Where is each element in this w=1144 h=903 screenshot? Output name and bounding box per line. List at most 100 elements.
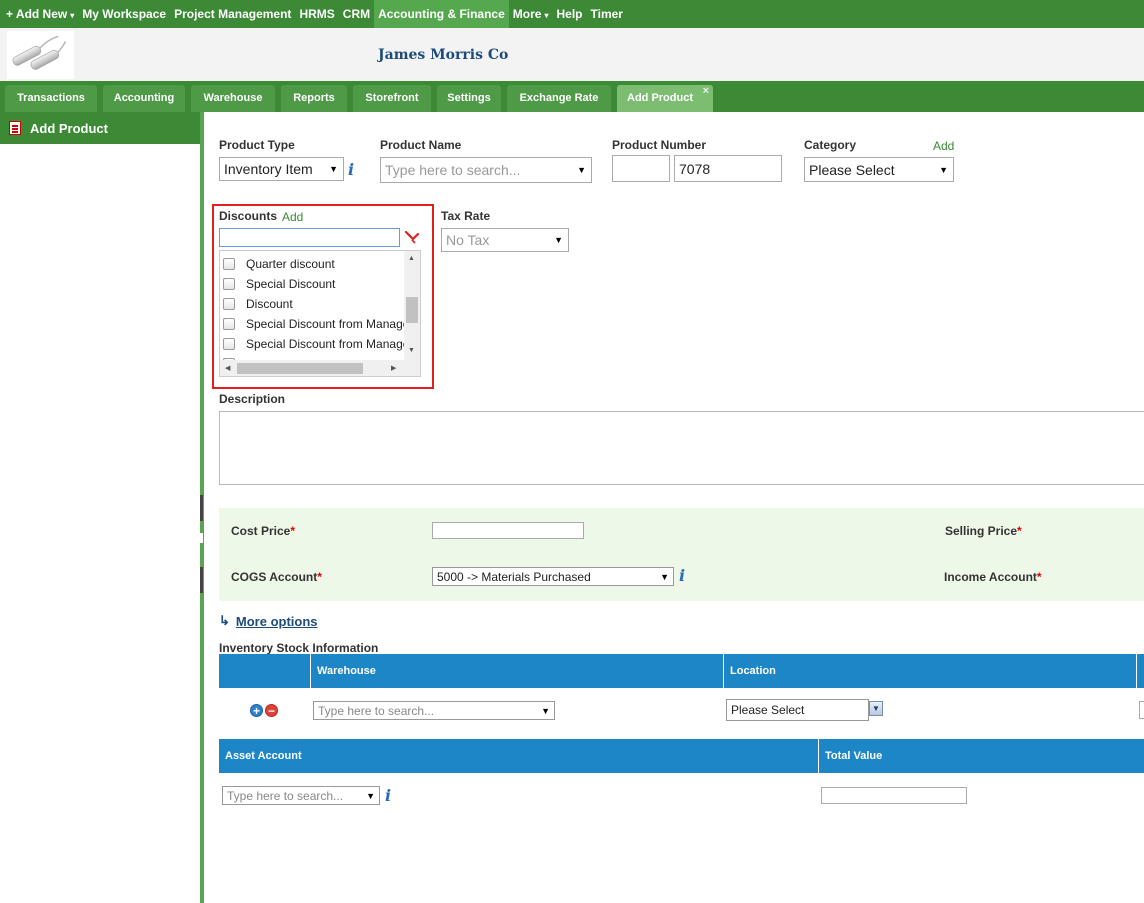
discount-checkbox[interactable] xyxy=(223,298,235,310)
more-options-toggle[interactable]: ↳ More options xyxy=(219,613,318,629)
splitter-grip xyxy=(200,567,203,593)
location-dropdown-button[interactable]: ▼ xyxy=(869,701,883,716)
nav-accounting-finance[interactable]: Accounting & Finance xyxy=(374,0,509,28)
category-label: Category xyxy=(804,138,857,152)
tab-label: Add Product xyxy=(627,92,693,104)
sidebar-title: Add Product xyxy=(30,120,108,136)
product-number-label: Product Number xyxy=(612,138,707,152)
scroll-thumb[interactable] xyxy=(406,297,418,323)
dropdown-arrow-icon: ▼ xyxy=(939,164,948,175)
remove-row-icon[interactable]: − xyxy=(265,704,278,717)
top-navigation: + Add New ▾ My Workspace Project Manageme… xyxy=(0,0,1144,28)
sidebar-header: Add Product xyxy=(0,112,200,144)
clear-filter-icon[interactable] xyxy=(404,229,420,245)
nav-crm[interactable]: CRM xyxy=(339,0,374,28)
chevron-down-icon: ▾ xyxy=(544,11,549,20)
discounts-label: Discounts xyxy=(219,209,278,223)
nav-help[interactable]: Help xyxy=(552,0,586,28)
close-icon[interactable]: × xyxy=(703,78,709,105)
company-logo xyxy=(7,31,74,79)
list-item[interactable]: Special Discount xyxy=(220,274,335,294)
logo-image xyxy=(12,35,67,70)
cogs-account-select[interactable]: 5000 -> Materials Purchased ▼ xyxy=(432,567,674,586)
column-header-total-value: Total Value xyxy=(818,739,1144,773)
warehouse-input[interactable]: Type here to search... ▼ xyxy=(313,701,555,720)
tab-exchange-rate[interactable]: Exchange Rate xyxy=(507,85,611,112)
discount-checkbox[interactable] xyxy=(223,318,235,330)
sidebar: Add Product xyxy=(0,112,204,903)
product-number-input[interactable]: 7078 xyxy=(674,155,782,182)
more-options-link[interactable]: More options xyxy=(236,614,318,629)
column-header-asset-account: Asset Account xyxy=(225,750,302,762)
column-header-location: Location xyxy=(723,654,1136,688)
sidebar-splitter[interactable] xyxy=(199,495,205,595)
asset-table-header: Asset Account Total Value xyxy=(219,739,1144,773)
dropdown-arrow-icon: ▼ xyxy=(541,705,550,716)
total-value-input[interactable] xyxy=(821,787,967,804)
module-tabs: Transactions Accounting Warehouse Report… xyxy=(0,81,1144,112)
tab-storefront[interactable]: Storefront xyxy=(353,85,431,112)
info-icon[interactable]: i xyxy=(385,786,391,805)
inventory-table-header: Warehouse Location xyxy=(219,654,1144,688)
scroll-thumb[interactable] xyxy=(237,363,363,374)
tab-reports[interactable]: Reports xyxy=(281,85,347,112)
tax-rate-select[interactable]: No Tax ▼ xyxy=(441,228,569,252)
location-select[interactable]: Please Select xyxy=(726,699,869,721)
list-item[interactable]: Special Discount from Manage xyxy=(220,334,409,354)
company-header: James Morris Co xyxy=(0,28,1144,81)
product-type-label: Product Type xyxy=(219,138,295,152)
tab-transactions[interactable]: Transactions xyxy=(5,85,97,112)
description-label: Description xyxy=(219,392,286,406)
tab-add-product[interactable]: Add Product × xyxy=(617,85,713,112)
product-name-input[interactable]: Type here to search... ▼ xyxy=(380,157,592,183)
column-header-warehouse: Warehouse xyxy=(310,654,723,688)
category-select[interactable]: Please Select ▼ xyxy=(804,157,954,182)
scroll-down-icon[interactable]: ▼ xyxy=(408,347,415,354)
nav-add-new[interactable]: + Add New ▾ xyxy=(0,0,78,28)
nav-hrms[interactable]: HRMS xyxy=(295,0,338,28)
list-item[interactable]: Quarter discount xyxy=(220,254,335,274)
splitter-grip xyxy=(200,495,203,521)
scroll-right-icon[interactable]: ▶ xyxy=(391,364,396,372)
splitter-gap xyxy=(200,533,203,543)
arrow-right-icon: ↳ xyxy=(219,613,230,628)
list-item[interactable]: Special Discount from Manage xyxy=(220,314,409,334)
product-type-select[interactable]: Inventory Item ▼ xyxy=(219,157,344,181)
info-icon[interactable]: i xyxy=(679,566,685,585)
add-discount-link[interactable]: Add xyxy=(282,210,303,224)
dropdown-arrow-icon: ▼ xyxy=(577,165,586,175)
dropdown-arrow-icon: ▼ xyxy=(366,790,375,801)
tab-accounting[interactable]: Accounting xyxy=(103,85,185,112)
nav-more[interactable]: More ▾ xyxy=(509,0,553,28)
nav-timer[interactable]: Timer xyxy=(587,0,627,28)
scroll-up-icon[interactable]: ▲ xyxy=(408,255,415,262)
company-name: James Morris Co xyxy=(378,47,509,63)
nav-my-workspace[interactable]: My Workspace xyxy=(78,0,170,28)
add-row-icon[interactable]: + xyxy=(250,704,263,717)
tax-rate-label: Tax Rate xyxy=(441,209,491,223)
scroll-left-icon[interactable]: ◀ xyxy=(225,364,230,372)
vertical-scrollbar[interactable]: ▲ ▼ xyxy=(404,251,420,361)
column-header-more xyxy=(1136,654,1144,688)
horizontal-scrollbar[interactable]: ◀ ▶ xyxy=(220,360,420,376)
description-textarea[interactable] xyxy=(219,411,1144,485)
info-icon[interactable]: i xyxy=(348,160,354,179)
product-number-prefix-input[interactable] xyxy=(612,155,670,182)
nav-project-management[interactable]: Project Management xyxy=(170,0,295,28)
cost-price-input[interactable] xyxy=(432,522,584,539)
list-item[interactable]: Discount xyxy=(220,294,293,314)
discount-checkbox[interactable] xyxy=(223,258,235,270)
discount-checkbox[interactable] xyxy=(223,278,235,290)
selling-price-label: Selling Price* xyxy=(945,524,1022,538)
discount-list[interactable]: Quarter discount Special Discount Discou… xyxy=(219,250,421,377)
product-name-label: Product Name xyxy=(380,138,462,152)
tab-settings[interactable]: Settings xyxy=(437,85,501,112)
add-category-link[interactable]: Add xyxy=(933,139,954,153)
income-account-label: Income Account* xyxy=(944,570,1042,584)
asset-account-input[interactable]: Type here to search... ▼ xyxy=(222,786,380,805)
column-header-actions xyxy=(219,654,310,688)
discount-checkbox[interactable] xyxy=(223,338,235,350)
discount-filter-input[interactable] xyxy=(219,228,400,247)
quantity-input[interactable] xyxy=(1139,701,1144,719)
tab-warehouse[interactable]: Warehouse xyxy=(191,85,275,112)
